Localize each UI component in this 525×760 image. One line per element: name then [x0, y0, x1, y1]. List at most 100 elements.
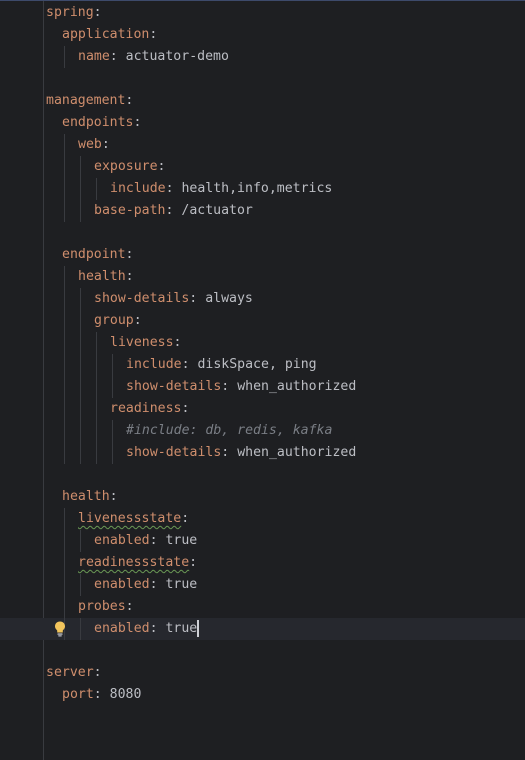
code-line[interactable]: spring:	[46, 2, 525, 24]
indent-guide	[80, 618, 81, 640]
indent-guide	[80, 288, 81, 310]
code-line[interactable]: management:	[46, 90, 525, 112]
code-editor[interactable]: spring: application: name: actuator-demo ma…	[0, 0, 525, 760]
indent-guide	[64, 134, 65, 156]
lightbulb-icon[interactable]	[53, 620, 67, 638]
yaml-key: application	[62, 27, 150, 42]
code-line[interactable]	[46, 464, 525, 486]
indent-guide	[96, 442, 97, 464]
code-line[interactable]: include: health,info,metrics	[46, 178, 525, 200]
indent-guide	[80, 398, 81, 420]
yaml-colon: :	[157, 159, 166, 174]
yaml-colon: :	[189, 555, 198, 570]
yaml-value: health,info,metrics	[181, 181, 333, 196]
yaml-key: readiness	[110, 401, 182, 416]
indent-guide	[96, 178, 97, 200]
code-line[interactable]: name: actuator-demo	[46, 46, 525, 68]
yaml-colon: :	[109, 49, 118, 64]
yaml-colon: :	[125, 269, 134, 284]
yaml-value: true	[165, 577, 198, 592]
indent-guide	[64, 420, 65, 442]
code-line[interactable]: probes:	[46, 596, 525, 618]
indent-guide	[112, 354, 113, 376]
yaml-key: enabled	[94, 533, 150, 548]
yaml-key: endpoints	[62, 115, 134, 130]
code-line-current[interactable]: enabled: true	[0, 618, 525, 640]
code-line[interactable]: readiness:	[46, 398, 525, 420]
yaml-key: liveness	[110, 335, 174, 350]
code-line[interactable]: server:	[46, 662, 525, 684]
yaml-key: exposure	[94, 159, 158, 174]
code-area[interactable]: spring: application: name: actuator-demo ma…	[0, 2, 525, 706]
yaml-colon: :	[173, 335, 182, 350]
code-line[interactable]: enabled: true	[46, 530, 525, 552]
indent-guide	[80, 420, 81, 442]
yaml-key: show-details	[94, 291, 190, 306]
indent-guide	[80, 178, 81, 200]
yaml-comment: #include: db, redis, kafka	[126, 423, 333, 438]
yaml-value: when_authorized	[237, 379, 357, 394]
yaml-key: server	[46, 665, 94, 680]
indent-guide	[64, 332, 65, 354]
yaml-value: actuator-demo	[125, 49, 229, 64]
yaml-colon: :	[149, 577, 158, 592]
code-line[interactable]: application:	[46, 24, 525, 46]
indent-guide	[80, 156, 81, 178]
code-line[interactable]: liveness:	[46, 332, 525, 354]
indent-guide	[64, 530, 65, 552]
yaml-colon: :	[125, 247, 134, 262]
code-line[interactable]: endpoints:	[46, 112, 525, 134]
yaml-value: true	[165, 621, 198, 636]
code-line[interactable]: base-path: /actuator	[46, 200, 525, 222]
code-line[interactable]: port: 8080	[46, 684, 525, 706]
code-line[interactable]: enabled: true	[46, 574, 525, 596]
yaml-key: include	[126, 357, 182, 372]
yaml-colon: :	[181, 357, 190, 372]
code-line[interactable]: web:	[46, 134, 525, 156]
yaml-colon: :	[101, 137, 110, 152]
yaml-colon: :	[189, 291, 198, 306]
indent-guide	[64, 508, 65, 530]
code-line[interactable]: readinessstate:	[46, 552, 525, 574]
yaml-colon: :	[181, 401, 190, 416]
yaml-key: base-path	[94, 203, 166, 218]
yaml-key: port	[62, 687, 94, 702]
code-line[interactable]	[46, 68, 525, 90]
yaml-colon: :	[149, 27, 158, 42]
indent-guide	[64, 178, 65, 200]
code-line[interactable]: #include: db, redis, kafka	[46, 420, 525, 442]
indent-guide	[112, 442, 113, 464]
yaml-key: spring	[46, 5, 94, 20]
indent-guide	[112, 420, 113, 442]
yaml-colon: :	[149, 533, 158, 548]
code-line[interactable]: endpoint:	[46, 244, 525, 266]
code-line[interactable]: livenessstate:	[46, 508, 525, 530]
code-line[interactable]: group:	[46, 310, 525, 332]
yaml-colon: :	[109, 489, 118, 504]
indent-guide	[64, 354, 65, 376]
code-line[interactable]	[46, 640, 525, 662]
indent-guide	[80, 354, 81, 376]
indent-guide	[80, 200, 81, 222]
code-line[interactable]: health:	[46, 266, 525, 288]
gutter-divider	[43, 1, 44, 760]
code-line[interactable]: show-details: when_authorized	[46, 376, 525, 398]
indent-guide	[64, 266, 65, 288]
yaml-colon: :	[149, 621, 158, 636]
yaml-colon: :	[125, 599, 134, 614]
yaml-value: when_authorized	[237, 445, 357, 460]
code-line[interactable]: show-details: always	[46, 288, 525, 310]
code-line[interactable]: health:	[46, 486, 525, 508]
code-line[interactable]	[46, 222, 525, 244]
yaml-value: always	[205, 291, 253, 306]
yaml-key: health	[78, 269, 126, 284]
yaml-key: name	[78, 49, 110, 64]
code-line[interactable]: show-details: when_authorized	[46, 442, 525, 464]
indent-guide	[80, 442, 81, 464]
code-line[interactable]: include: diskSpace, ping	[46, 354, 525, 376]
yaml-key: include	[110, 181, 166, 196]
code-line[interactable]: exposure:	[46, 156, 525, 178]
yaml-colon: :	[133, 313, 142, 328]
yaml-key: probes	[78, 599, 126, 614]
yaml-key: web	[78, 137, 102, 152]
